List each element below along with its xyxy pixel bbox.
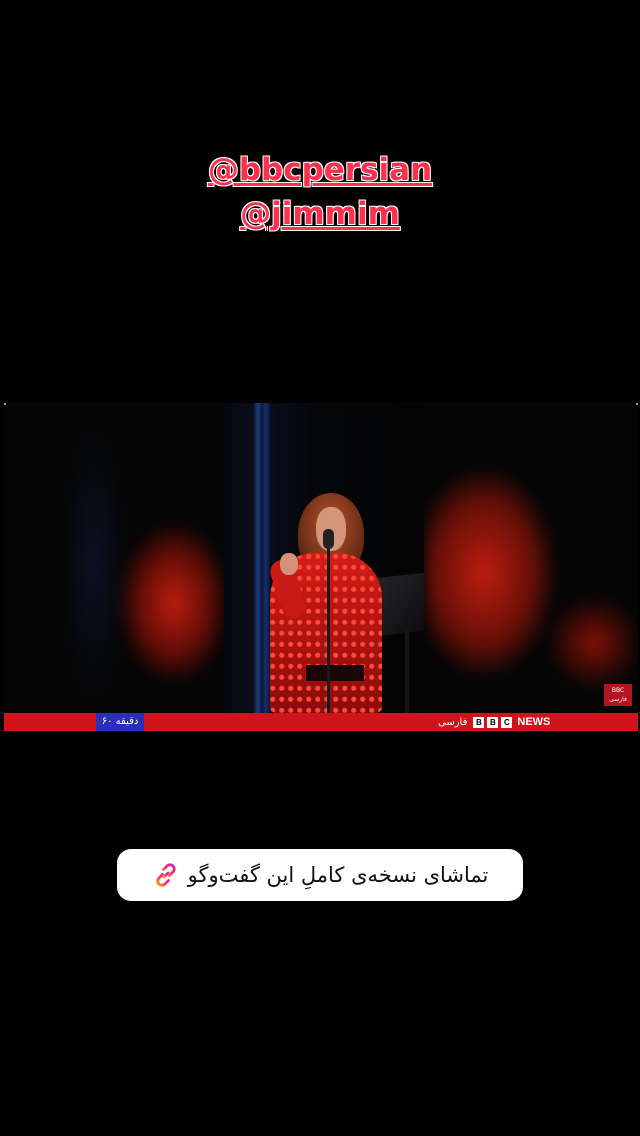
- link-icon: [155, 863, 176, 887]
- video-frame[interactable]: BBC فارسی ۶۰ دقیقه فارسی B B C NEWS: [4, 403, 638, 731]
- blue-curtain: [254, 403, 270, 713]
- mention-jimmim[interactable]: @jimmim: [0, 192, 640, 236]
- program-badge: ۶۰ دقیقه: [96, 713, 144, 731]
- news-ticker-bar: ۶۰ دقیقه فارسی B B C NEWS: [4, 713, 638, 731]
- singer-hand: [280, 553, 298, 575]
- microphone-stand: [327, 531, 330, 713]
- mention-bbcpersian[interactable]: @bbcpersian: [0, 148, 640, 192]
- bbc-news-brand: فارسی B B C NEWS: [438, 713, 550, 731]
- microphone: [323, 529, 334, 549]
- blurred-background-right: [424, 403, 638, 713]
- bbc-letter-box: B: [473, 716, 485, 728]
- bbc-persian-corner-logo: BBC فارسی: [604, 684, 632, 706]
- blurred-background-left: [4, 403, 224, 713]
- bbc-letter-box: B: [487, 716, 499, 728]
- link-sticker-text: تماشای نسخه‌ی کاملِ این گفت‌وگو: [187, 863, 489, 887]
- singer-belt: [306, 665, 364, 681]
- stage-scene: [224, 403, 424, 713]
- music-stand-pole: [405, 628, 409, 713]
- bbc-letter-box: C: [501, 716, 513, 728]
- news-label: NEWS: [517, 716, 551, 728]
- brand-language: فارسی: [438, 716, 468, 728]
- link-sticker[interactable]: تماشای نسخه‌ی کاملِ این گفت‌وگو: [117, 849, 523, 901]
- mention-stickers: @bbcpersian @jimmim: [0, 148, 640, 236]
